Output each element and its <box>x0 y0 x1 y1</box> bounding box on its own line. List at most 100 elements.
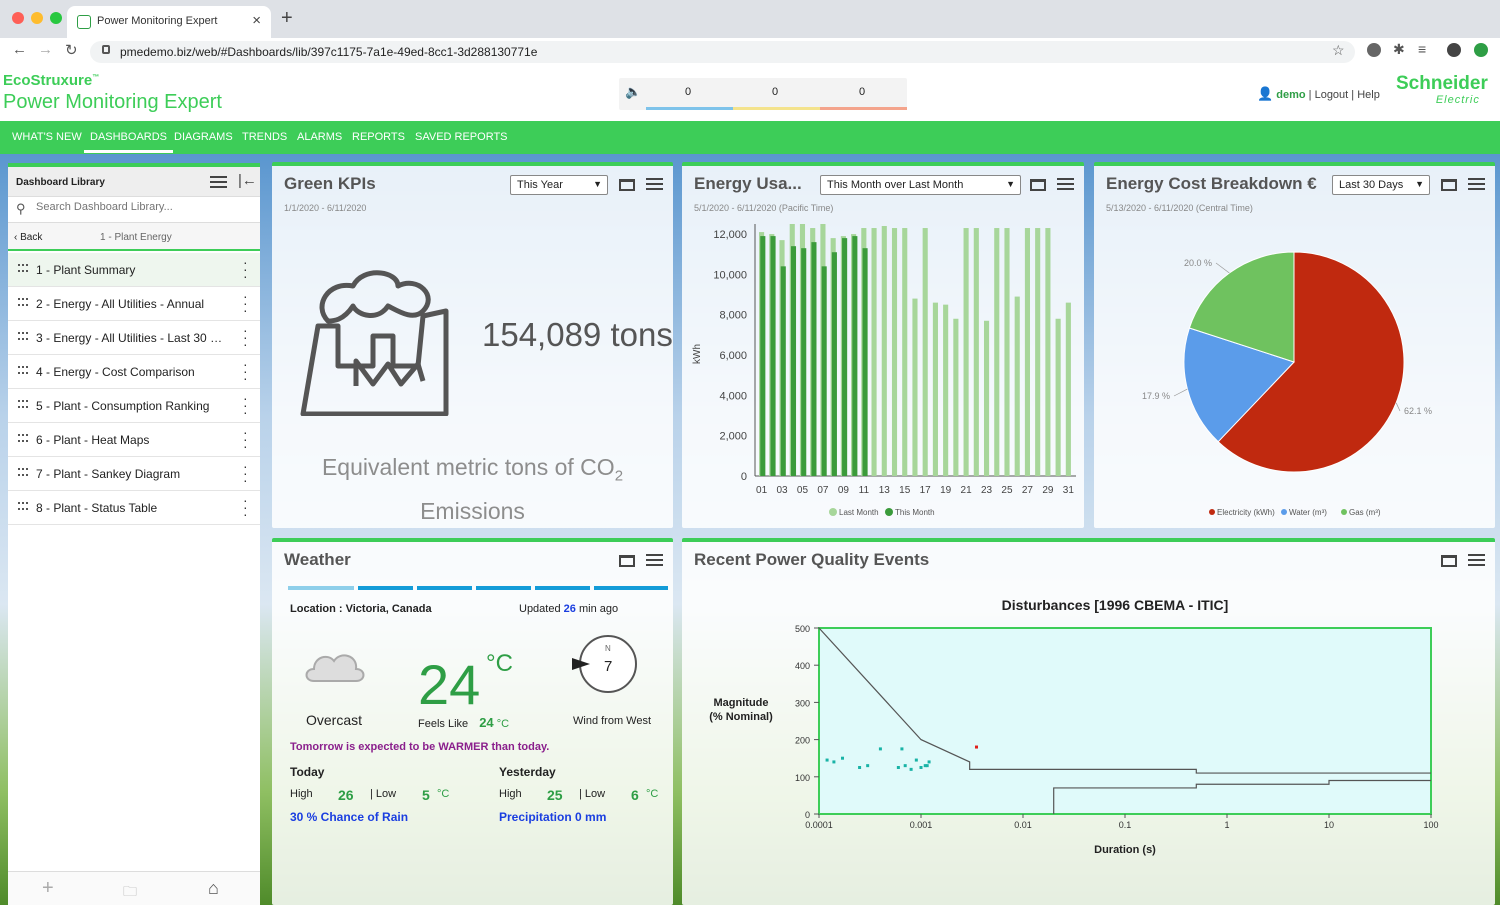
forward-arrow-icon[interactable]: → <box>38 41 53 58</box>
x-tick-label: 27 <box>1022 485 1034 496</box>
dashboard-item[interactable]: 4 - Energy - Cost Comparison · · · <box>8 355 260 389</box>
minimize-window-icon[interactable] <box>31 12 43 24</box>
help-link[interactable]: Help <box>1357 89 1380 101</box>
url-bar[interactable]: pmedemo.biz/web/#Dashboards/lib/397c1175… <box>90 41 1355 63</box>
url-text: pmedemo.biz/web/#Dashboards/lib/397c1175… <box>120 45 538 59</box>
add-icon[interactable]: + <box>42 877 54 900</box>
dashboard-item-label: 5 - Plant - Consumption Ranking <box>36 399 210 413</box>
user-name[interactable]: demo <box>1276 89 1305 101</box>
disturbance-point <box>927 760 931 764</box>
reload-icon[interactable]: ↻ <box>65 41 78 59</box>
dashboard-item[interactable]: 1 - Plant Summary · · · <box>8 253 260 287</box>
yesterday-label: Yesterday <box>499 765 556 779</box>
period-select[interactable]: This Year ▼ <box>510 175 608 195</box>
search-input[interactable] <box>36 201 246 213</box>
x-tick-label: 0.01 <box>1014 820 1032 830</box>
kebab-menu-icon[interactable]: · · · <box>243 255 248 283</box>
dashboard-item[interactable]: 3 - Energy - All Utilities - Last 30 Day… <box>8 321 260 355</box>
browser-tab[interactable]: Power Monitoring Expert × <box>67 6 271 38</box>
extension-icon[interactable] <box>1367 43 1381 57</box>
energy-usage-panel: Energy Usa... 5/1/2020 - 6/11/2020 (Paci… <box>682 162 1084 528</box>
collapse-icon[interactable]: |← <box>238 172 257 189</box>
kebab-menu-icon[interactable]: · · · <box>243 459 248 487</box>
dashboard-item[interactable]: 7 - Plant - Sankey Diagram · · · <box>8 457 260 491</box>
user-icon: 👤 <box>1257 86 1274 101</box>
x-axis-label: Duration (s) <box>1094 844 1156 856</box>
dashboard-item[interactable]: 6 - Plant - Heat Maps · · · <box>8 423 260 457</box>
home-icon[interactable]: ⌂ <box>208 878 219 899</box>
new-tab-icon[interactable]: + <box>281 7 293 30</box>
reading-list-icon[interactable]: ≡ <box>1418 41 1426 57</box>
kebab-menu-icon[interactable]: · · · <box>243 323 248 351</box>
update-icon[interactable] <box>1474 43 1488 57</box>
close-tab-icon[interactable]: × <box>252 12 261 29</box>
kebab-menu-icon[interactable]: · · · <box>243 493 248 521</box>
y-tick-label: 2,000 <box>719 431 747 443</box>
bar-this-month <box>831 252 837 476</box>
x-tick-label: 09 <box>838 485 850 496</box>
user-area: 👤 demo | Logout | Help <box>1257 86 1380 102</box>
favicon-icon <box>77 15 91 29</box>
nav-reports[interactable]: REPORTS <box>352 131 405 143</box>
close-window-icon[interactable] <box>12 12 24 24</box>
new-folder-icon[interactable]: 🗀 <box>123 881 137 905</box>
bar-last-month <box>973 228 979 476</box>
back-arrow-icon[interactable]: ← <box>12 41 27 58</box>
nav-trends[interactable]: TRENDS <box>242 131 287 143</box>
panel-menu-icon[interactable] <box>646 554 663 566</box>
bar-this-month <box>801 248 807 476</box>
bookmark-star-icon[interactable]: ☆ <box>1332 42 1345 59</box>
library-menu-icon[interactable] <box>210 176 227 188</box>
kebab-menu-icon[interactable]: · · · <box>243 425 248 453</box>
nav-alarms[interactable]: ALARMS <box>297 131 342 143</box>
grid-icon <box>18 468 28 476</box>
dashboard-item[interactable]: 2 - Energy - All Utilities - Annual · · · <box>8 287 260 321</box>
panel-menu-icon[interactable] <box>646 178 663 190</box>
alarm-summary[interactable]: 🔈 0 0 0 <box>619 78 907 110</box>
kebab-menu-icon[interactable]: · · · <box>243 391 248 419</box>
search-icon: ⚲ <box>16 201 26 216</box>
today-label: Today <box>290 765 325 779</box>
bar-last-month <box>932 302 938 476</box>
nav-diagrams[interactable]: DIAGRAMS <box>174 131 233 143</box>
kebab-menu-icon[interactable]: · · · <box>243 289 248 317</box>
x-tick-label: 29 <box>1042 485 1054 496</box>
today-unit: °C <box>437 788 450 800</box>
back-button[interactable]: ‹ Back <box>14 232 42 243</box>
dashboard-item[interactable]: 5 - Plant - Consumption Ranking · · · <box>8 389 260 423</box>
maximize-icon[interactable] <box>619 555 635 567</box>
puzzle-icon[interactable]: ✱ <box>1393 41 1405 58</box>
feels-like: Feels Like 24 °C <box>418 715 510 730</box>
disturbance-point <box>925 764 929 768</box>
nav-saved-reports[interactable]: SAVED REPORTS <box>415 131 508 143</box>
grid-icon <box>18 366 28 374</box>
speaker-icon[interactable]: 🔈 <box>625 84 641 100</box>
weather-location: Location : Victoria, Canada <box>290 603 432 615</box>
bar-last-month <box>1045 228 1051 476</box>
kpi-caption: Equivalent metric tons of CO2 Emissions <box>321 454 624 524</box>
x-tick-label: 07 <box>817 485 829 496</box>
kebab-menu-icon[interactable]: · · · <box>243 357 248 385</box>
nav-dashboards[interactable]: DASHBOARDS <box>84 131 174 153</box>
bar-last-month <box>881 226 887 476</box>
dashboard-item[interactable]: 8 - Plant - Status Table · · · <box>8 491 260 525</box>
y-tick-label: 100 <box>795 773 810 783</box>
legend-label: Gas (m³) <box>1349 508 1381 517</box>
x-tick-label: 03 <box>776 485 788 496</box>
weather-condition: Overcast <box>306 712 363 728</box>
y-tick-label: 200 <box>795 736 810 746</box>
energy-bar-chart: 0 2,000 4,000 6,000 8,000 10,000 12,000 kWh 01 03… <box>692 224 1076 517</box>
logout-link[interactable]: Logout <box>1315 89 1349 101</box>
yest-low: 6 <box>631 787 639 803</box>
bar-last-month <box>902 228 908 476</box>
maximize-window-icon[interactable] <box>50 12 62 24</box>
bar-last-month <box>983 320 990 476</box>
nav-whats-new[interactable]: WHAT'S NEW <box>12 131 82 143</box>
yest-high: 25 <box>547 787 563 803</box>
maximize-icon[interactable] <box>619 179 635 191</box>
profile-icon[interactable] <box>1447 43 1461 57</box>
disturbance-point <box>866 764 870 768</box>
bar-this-month <box>790 246 797 476</box>
ecostruxure-logo: EcoStruxure™ <box>3 72 100 89</box>
bar-last-month <box>1065 302 1071 476</box>
